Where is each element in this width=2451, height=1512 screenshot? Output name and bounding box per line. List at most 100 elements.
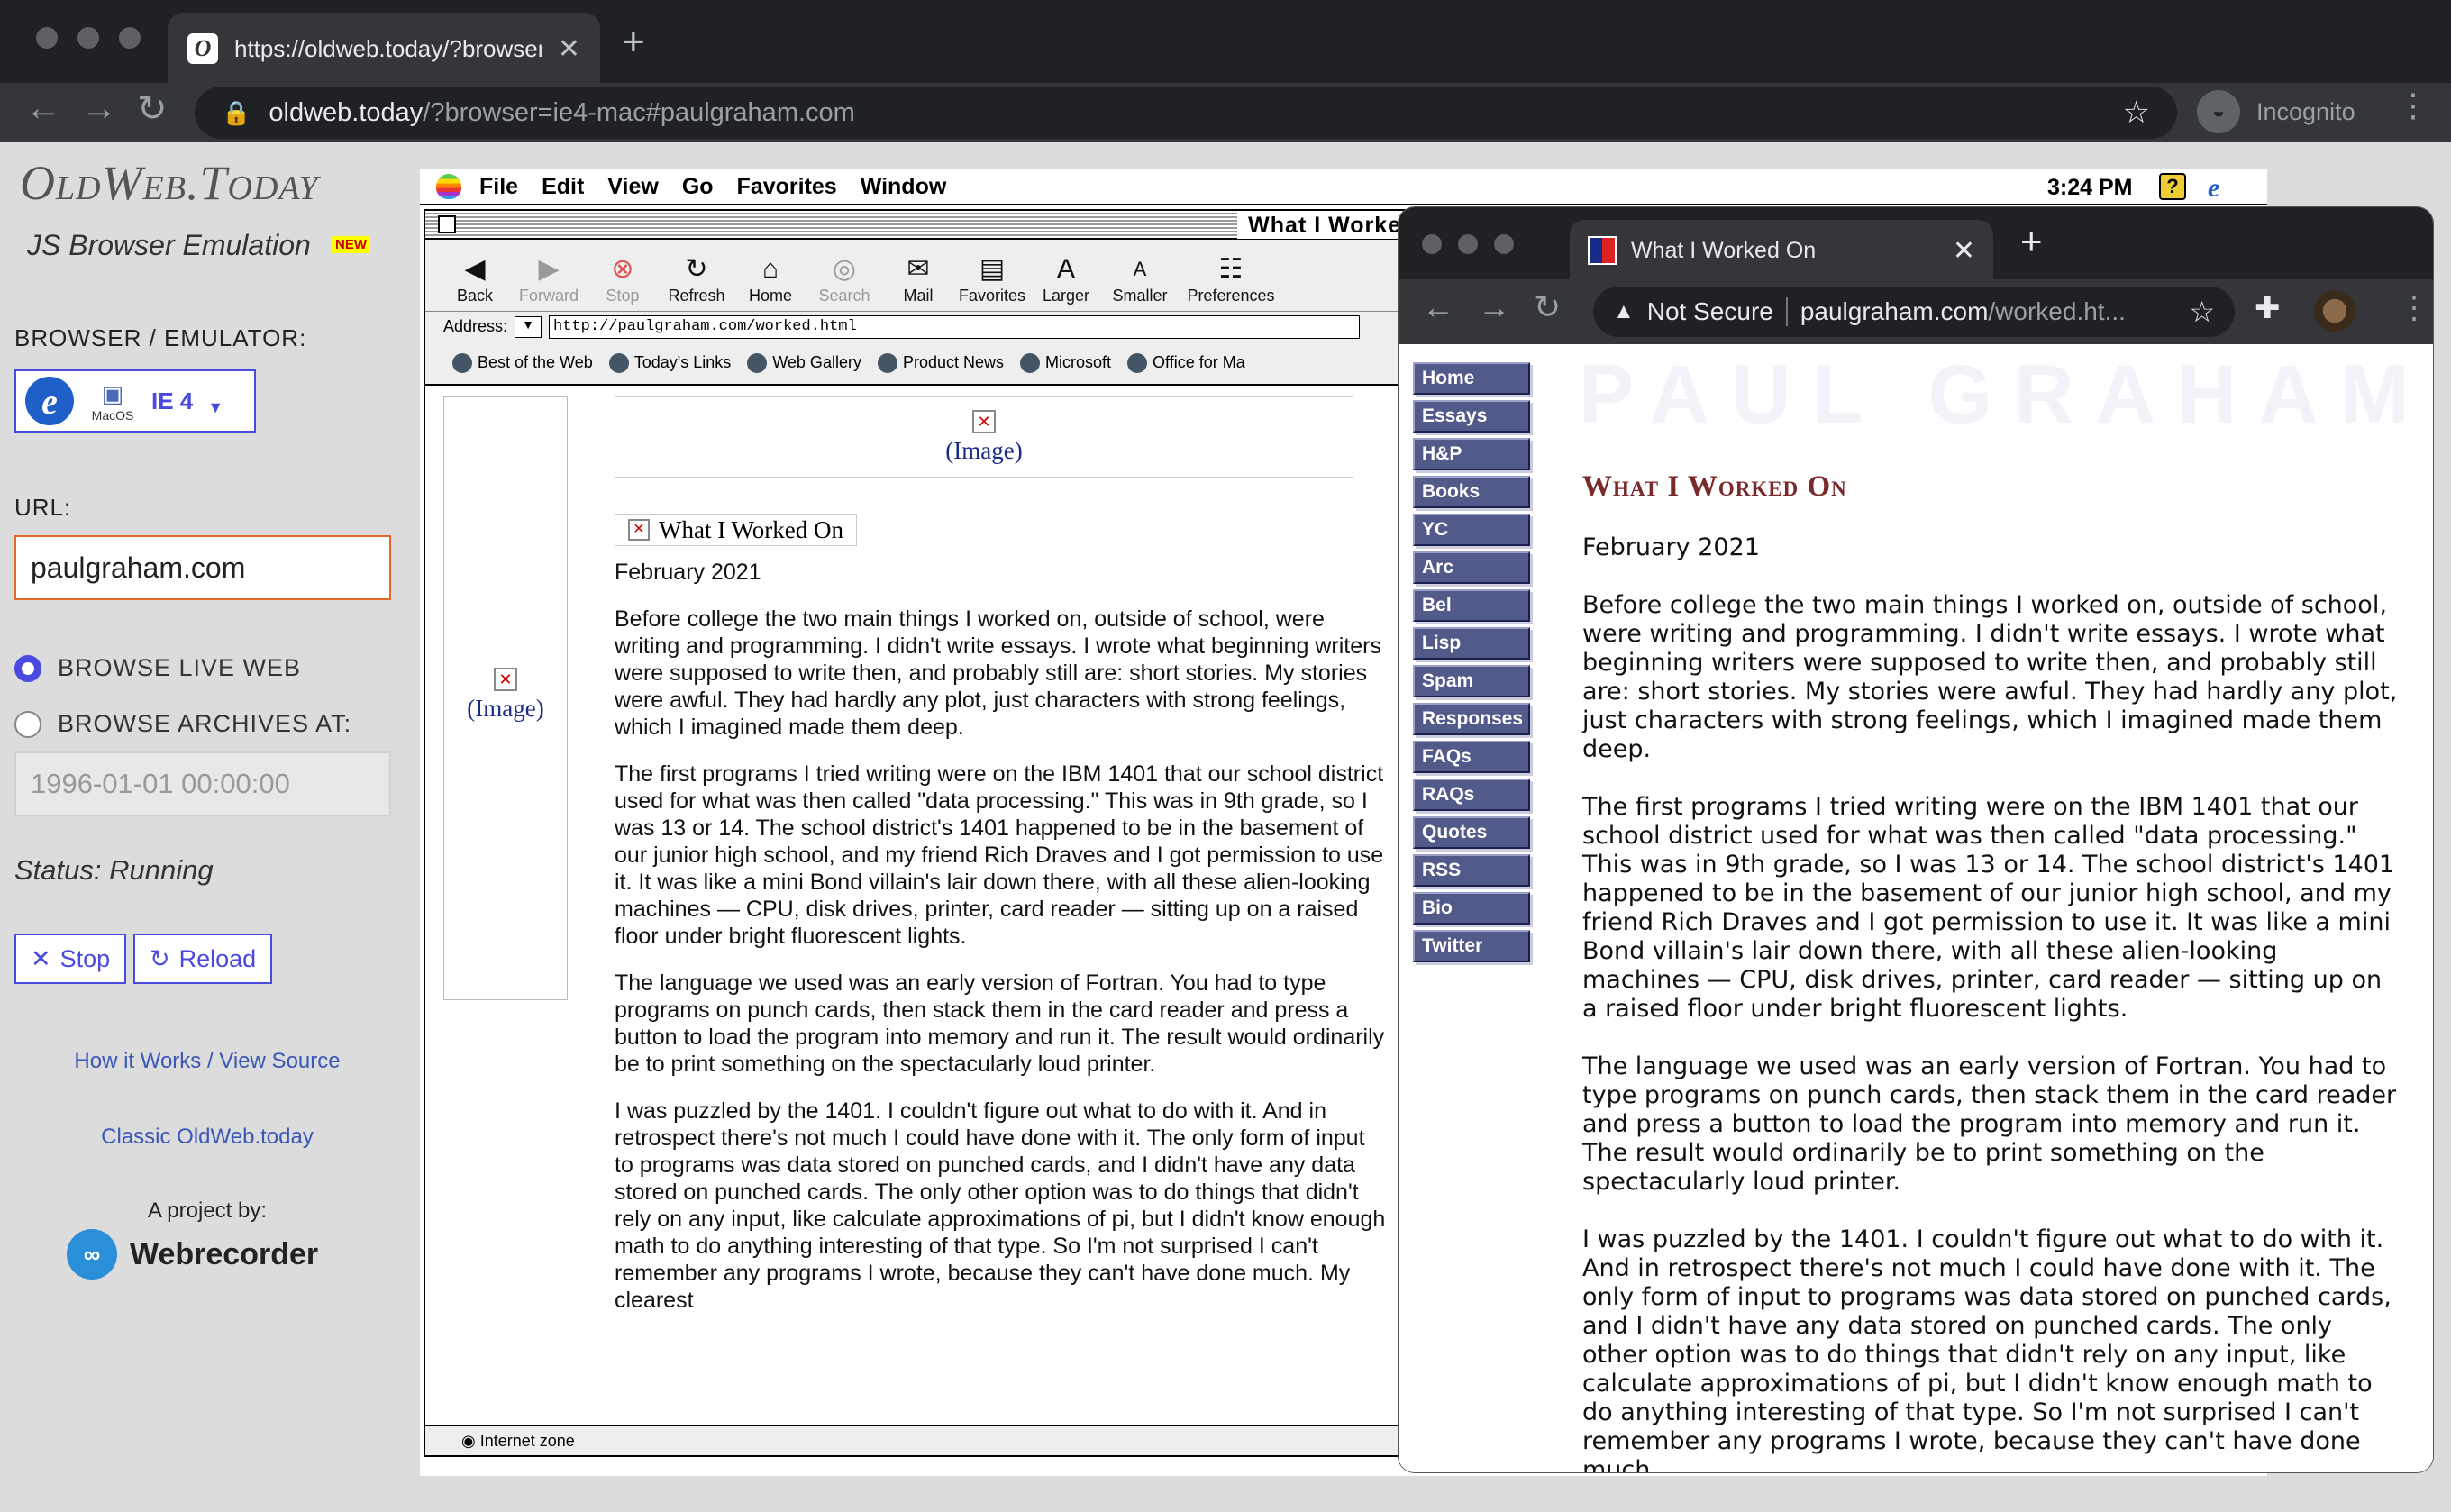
- browser-name: IE 4: [151, 387, 194, 414]
- nav-bel[interactable]: Bel: [1413, 589, 1530, 622]
- back-button[interactable]: ←: [25, 88, 61, 129]
- nav-raqs[interactable]: RAQs: [1413, 779, 1530, 811]
- ie-favorites-button[interactable]: ▤ Favorites: [955, 252, 1029, 305]
- inner-maximize-button[interactable]: [1494, 234, 1514, 254]
- menu-go[interactable]: Go: [682, 174, 714, 200]
- url-label: URL:: [14, 494, 72, 521]
- ie4-paragraph: I was puzzled by the 1401. I couldn't fi…: [615, 1098, 1386, 1313]
- inner-address-bar[interactable]: ▲ Not Secure paulgraham.com/worked.ht...…: [1593, 287, 2235, 337]
- inner-close-button[interactable]: [1422, 234, 1442, 254]
- x-icon: ✕: [31, 944, 51, 972]
- browser-selector[interactable]: e ▣ MacOS IE 4 ▼: [14, 369, 256, 433]
- apple-menu-icon[interactable]: [436, 174, 461, 199]
- ie-search-button[interactable]: ◎ Search: [807, 252, 881, 305]
- menu-window[interactable]: Window: [861, 174, 947, 200]
- ie4-titlebar[interactable]: What I Worked On: [425, 211, 1485, 240]
- forward-button[interactable]: →: [81, 88, 117, 129]
- outer-address-bar[interactable]: 🔒 oldweb.today/?browser=ie4-mac#paulgrah…: [195, 87, 2177, 139]
- inner-new-tab-button[interactable]: +: [2020, 220, 2043, 263]
- nav-essays[interactable]: Essays: [1413, 400, 1530, 433]
- inner-minimize-button[interactable]: [1458, 234, 1478, 254]
- how-it-works-link[interactable]: How it Works / View Source: [0, 1049, 415, 1074]
- nav-spam[interactable]: Spam: [1413, 665, 1530, 697]
- extensions-puzzle-icon[interactable]: ✚: [2255, 290, 2281, 326]
- reload-button[interactable]: ↻: [137, 88, 168, 130]
- radio-browse-live[interactable]: BROWSE LIVE WEB: [14, 654, 301, 682]
- inner-menu-icon[interactable]: ⋮: [2399, 290, 2429, 326]
- menu-view[interactable]: View: [607, 174, 659, 200]
- url-input[interactable]: paulgraham.com: [14, 535, 391, 600]
- outer-menu-icon[interactable]: ⋮: [2397, 87, 2429, 124]
- menu-file[interactable]: File: [479, 174, 518, 200]
- menu-favorites[interactable]: Favorites: [737, 174, 837, 200]
- bookmark-star-icon[interactable]: ☆: [2123, 95, 2150, 131]
- maximize-window-button[interactable]: [119, 27, 141, 49]
- nav-quotes[interactable]: Quotes: [1413, 816, 1530, 849]
- nav-yc[interactable]: YC: [1413, 514, 1530, 546]
- inner-back-button[interactable]: ←: [1422, 288, 1454, 326]
- stop-button[interactable]: ✕ Stop: [14, 934, 127, 984]
- radio-live-icon[interactable]: [14, 654, 41, 682]
- nav-books[interactable]: Books: [1413, 476, 1530, 508]
- not-secure-label[interactable]: Not Secure: [1647, 297, 1788, 326]
- inner-url[interactable]: paulgraham.com/worked.ht...: [1800, 297, 2176, 326]
- ie-preferences-button[interactable]: ☷ Preferences: [1177, 252, 1285, 305]
- address-dropdown-icon[interactable]: ▼: [515, 315, 542, 338]
- ie4-close-box[interactable]: [438, 215, 456, 233]
- nav-rss[interactable]: RSS: [1413, 854, 1530, 887]
- broken-image-placeholder: ✕ (Image): [444, 668, 567, 723]
- link-product-news[interactable]: Product News: [878, 353, 1004, 373]
- link-microsoft[interactable]: Microsoft: [1020, 353, 1111, 373]
- nav-faqs[interactable]: FAQs: [1413, 741, 1530, 773]
- link-best-of-web[interactable]: Best of the Web: [452, 353, 593, 373]
- inner-tab[interactable]: What I Worked On ✕: [1570, 220, 1993, 281]
- menu-edit[interactable]: Edit: [542, 174, 584, 200]
- profile-avatar[interactable]: [2314, 290, 2355, 332]
- ie-stop-button[interactable]: ⊗ Stop: [586, 252, 660, 305]
- ie4-status-bar: ◉ Internet zone: [425, 1425, 1485, 1455]
- archive-date-input[interactable]: 1996-01-01 00:00:00: [14, 751, 391, 816]
- ie-mail-button[interactable]: ✉ Mail: [881, 252, 955, 305]
- ie-smaller-button[interactable]: A Smaller: [1103, 252, 1177, 305]
- inner-reload-button[interactable]: ↻: [1534, 288, 1561, 326]
- ie-forward-button[interactable]: ▶ Forward: [512, 252, 586, 305]
- outer-url[interactable]: oldweb.today/?browser=ie4-mac#paulgraham…: [269, 98, 2104, 128]
- radio-archive-icon[interactable]: [14, 710, 41, 738]
- outer-tab[interactable]: O https://oldweb.today/?browser ✕: [168, 13, 600, 85]
- nav-responses[interactable]: Responses: [1413, 703, 1530, 735]
- inner-close-tab-icon[interactable]: ✕: [1953, 235, 1975, 267]
- ie-app-icon[interactable]: e: [2208, 173, 2219, 204]
- refresh-icon: ↻: [685, 254, 708, 284]
- ie-back-button[interactable]: ◀ Back: [438, 252, 512, 305]
- ie-refresh-button[interactable]: ↻ Refresh: [660, 252, 733, 305]
- nav-lisp[interactable]: Lisp: [1413, 627, 1530, 660]
- inner-tab-title: What I Worked On: [1631, 237, 1817, 263]
- inner-bookmark-star-icon[interactable]: ☆: [2189, 295, 2215, 329]
- link-todays-links[interactable]: Today's Links: [609, 353, 732, 373]
- reload-page-button[interactable]: ↻ Reload: [133, 934, 273, 984]
- radio-browse-archives[interactable]: BROWSE ARCHIVES AT:: [14, 710, 351, 738]
- inner-chrome-window: What I Worked On ✕ + ← → ↻ ▲ Not Secure …: [1399, 207, 2433, 1472]
- incognito-indicator[interactable]: ◒ Incognito: [2197, 90, 2355, 133]
- nav-hp[interactable]: H&P: [1413, 438, 1530, 470]
- new-badge: NEW: [332, 236, 370, 253]
- ie4-address-input[interactable]: http://paulgraham.com/worked.html: [549, 314, 1361, 339]
- close-tab-icon[interactable]: ✕: [558, 33, 580, 65]
- nav-arc[interactable]: Arc: [1413, 551, 1530, 584]
- ie-home-button[interactable]: ⌂ Home: [733, 252, 807, 305]
- classic-oldweb-link[interactable]: Classic OldWeb.today: [0, 1125, 415, 1150]
- ie-larger-button[interactable]: A Larger: [1029, 252, 1103, 305]
- link-web-gallery[interactable]: Web Gallery: [747, 353, 861, 373]
- nav-home[interactable]: Home: [1413, 362, 1530, 395]
- inner-forward-button[interactable]: →: [1478, 288, 1510, 326]
- back-arrow-icon: ◀: [464, 254, 486, 284]
- webrecorder-logo[interactable]: ∞ Webrecorder: [67, 1229, 318, 1280]
- nav-bio[interactable]: Bio: [1413, 892, 1530, 925]
- nav-twitter[interactable]: Twitter: [1413, 930, 1530, 962]
- help-icon[interactable]: ?: [2159, 173, 2186, 200]
- banner-image-placeholder: ✕ (Image): [615, 410, 1353, 465]
- minimize-window-button[interactable]: [77, 27, 99, 49]
- new-tab-button[interactable]: +: [622, 20, 645, 65]
- link-office-for-mac[interactable]: Office for Ma: [1127, 353, 1245, 373]
- close-window-button[interactable]: [36, 27, 58, 49]
